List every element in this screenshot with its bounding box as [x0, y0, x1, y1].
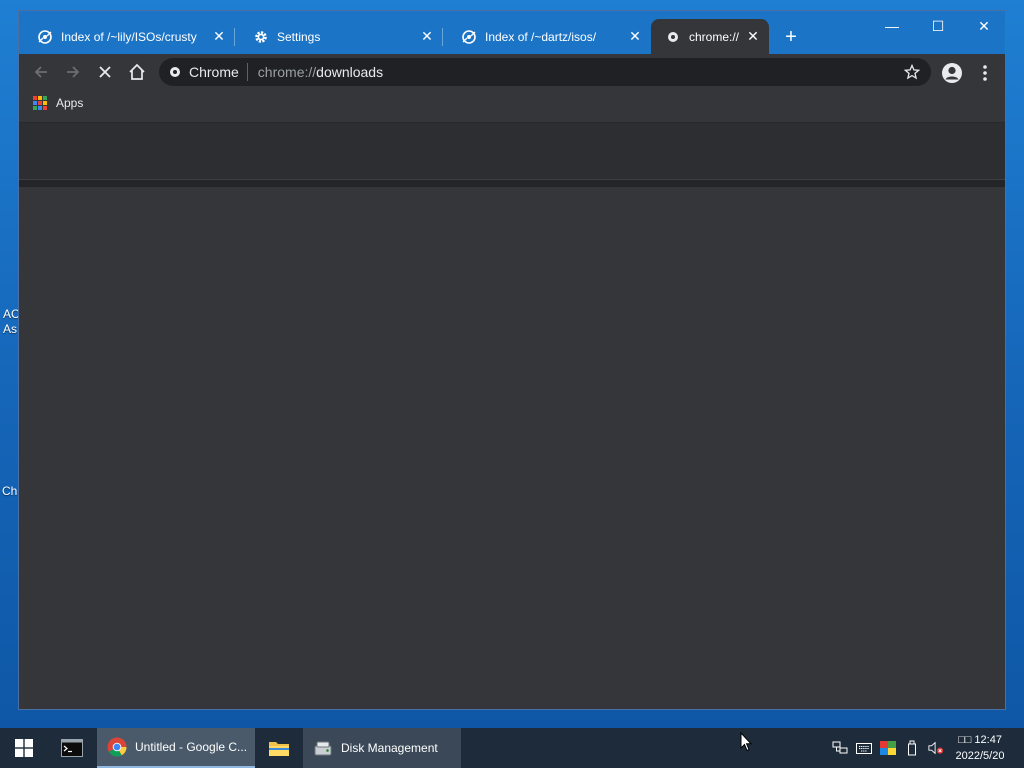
site-chip[interactable]: Chrome	[159, 63, 248, 81]
terminal-taskbar-button[interactable]	[50, 728, 94, 768]
file-explorer-taskbar-button[interactable]	[258, 728, 300, 768]
site-favicon-icon	[461, 29, 477, 45]
usb-device-icon[interactable]	[904, 740, 920, 756]
bookmarks-bar: Apps	[19, 90, 1005, 123]
network-icon[interactable]	[832, 740, 848, 756]
chrome-window: Index of /~lily/ISOs/crusty ✕ Settings ✕…	[18, 10, 1006, 710]
desktop-icon-label[interactable]: Ch	[2, 484, 17, 498]
terminal-icon	[61, 739, 83, 757]
mouse-cursor-icon	[740, 732, 752, 752]
volume-muted-icon[interactable]	[928, 740, 944, 756]
home-button[interactable]	[123, 58, 151, 86]
downloads-header-divider	[19, 180, 1005, 187]
downloads-header	[19, 123, 1005, 180]
clock-time: □□ 12:47	[958, 734, 1002, 746]
tab-settings[interactable]: Settings ✕	[235, 19, 443, 54]
maximize-button[interactable]: ☐	[915, 11, 961, 41]
apps-shortcut[interactable]: Apps	[33, 96, 83, 110]
folder-icon	[269, 742, 289, 756]
task-label: Untitled - Google C...	[135, 740, 248, 754]
tab-close-icon[interactable]: ✕	[625, 27, 645, 47]
tab-close-icon[interactable]: ✕	[417, 27, 437, 47]
keyboard-icon[interactable]	[856, 740, 872, 756]
clock-date: 2022/5/20	[955, 750, 1005, 762]
new-tab-button[interactable]: +	[779, 25, 803, 49]
forward-arrow-icon	[67, 66, 80, 78]
back-button[interactable]	[27, 58, 55, 86]
tab-close-icon[interactable]: ✕	[743, 27, 763, 47]
page-content	[19, 123, 1005, 709]
url-path: downloads	[316, 64, 384, 80]
tab-title: chrome://	[689, 29, 740, 44]
url-text[interactable]: chrome://downloads	[258, 64, 383, 80]
site-chip-label: Chrome	[189, 64, 239, 80]
close-window-button[interactable]: ✕	[961, 11, 1005, 41]
chrome-page-icon	[665, 29, 681, 45]
apps-label: Apps	[56, 96, 84, 110]
tab-index-dartz[interactable]: Index of /~dartz/isos/ ✕	[443, 19, 651, 54]
tab-close-icon[interactable]: ✕	[209, 27, 229, 47]
chrome-icon	[107, 737, 127, 757]
gear-icon	[253, 29, 269, 45]
profile-avatar-icon[interactable]	[939, 60, 965, 86]
tab-chrome-downloads[interactable]: chrome:// ✕	[651, 19, 769, 54]
kebab-menu-icon[interactable]	[975, 60, 995, 86]
back-arrow-icon	[34, 66, 47, 78]
taskbar: Untitled - Google C... Disk Management □…	[0, 728, 1024, 768]
chrome-taskbar-button[interactable]: Untitled - Google C...	[97, 728, 255, 768]
site-favicon-icon	[37, 29, 53, 45]
tab-index-lily[interactable]: Index of /~lily/ISOs/crusty ✕	[19, 19, 235, 54]
task-label: Disk Management	[341, 741, 438, 755]
url-scheme: chrome://	[257, 64, 317, 80]
tab-strip: Index of /~lily/ISOs/crusty ✕ Settings ✕…	[19, 11, 1005, 54]
color-display-icon[interactable]	[880, 740, 896, 756]
windows-logo-icon	[15, 739, 33, 757]
tab-title: Settings	[277, 29, 321, 44]
home-icon	[129, 63, 145, 80]
system-clock[interactable]: □□ 12:47 2022/5/20	[950, 732, 1010, 764]
tab-title: Index of /~lily/ISOs/crusty	[61, 29, 197, 44]
stop-button[interactable]	[91, 58, 119, 86]
desktop-icon-label[interactable]: As	[3, 322, 17, 336]
chrome-page-icon	[170, 67, 180, 77]
start-button[interactable]	[0, 728, 48, 768]
disk-management-icon	[314, 741, 332, 756]
disk-management-taskbar-button[interactable]: Disk Management	[303, 728, 461, 768]
minimize-button[interactable]: —	[869, 11, 915, 41]
tab-title: Index of /~dartz/isos/	[485, 29, 597, 44]
stop-x-icon	[99, 66, 111, 78]
forward-button[interactable]	[59, 58, 87, 86]
apps-grid-icon	[33, 96, 47, 110]
address-bar[interactable]: Chrome chrome://downloads	[159, 58, 931, 86]
bookmark-star-icon[interactable]	[903, 63, 921, 81]
toolbar: Chrome chrome://downloads	[19, 54, 1005, 90]
